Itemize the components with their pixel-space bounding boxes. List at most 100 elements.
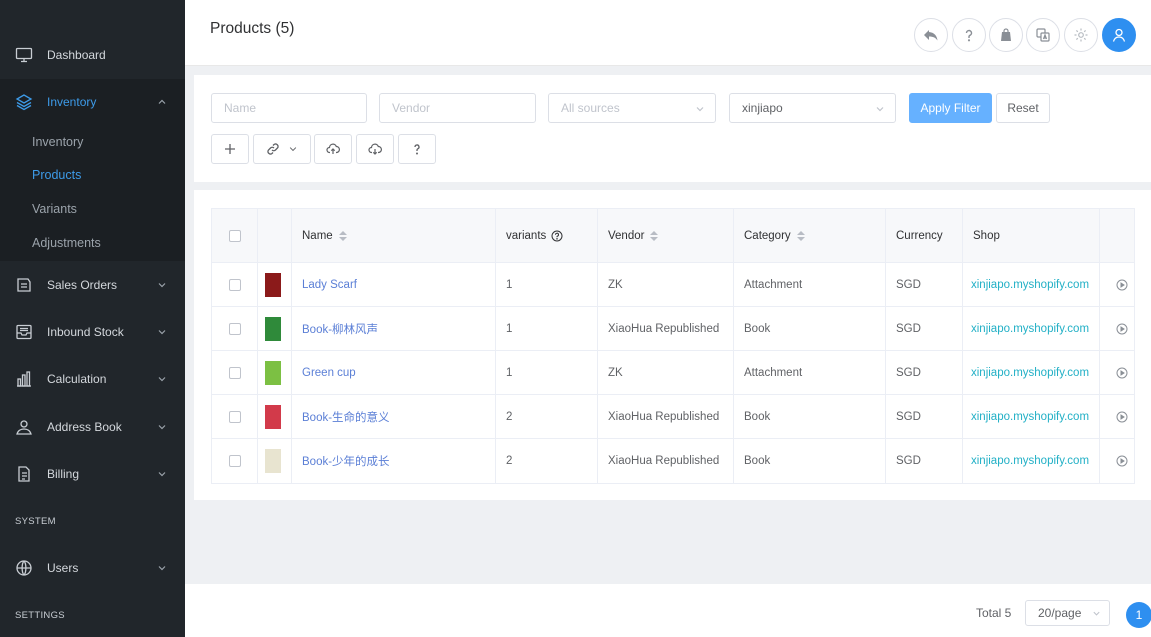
table-row: Lady Scarf 1 ZK Attachment SGD xinjiapo.mysho… bbox=[212, 263, 1134, 307]
product-name-link[interactable]: Book-生命的意义 bbox=[292, 395, 496, 438]
row-checkbox-cell bbox=[212, 439, 258, 483]
shop-link[interactable]: xinjiapo.myshopify.com bbox=[963, 351, 1100, 394]
product-name-link[interactable]: Book-少年的成长 bbox=[292, 439, 496, 483]
help-button[interactable] bbox=[952, 18, 986, 52]
product-name-link[interactable]: Lady Scarf bbox=[292, 263, 496, 306]
reset-button[interactable]: Reset bbox=[996, 93, 1050, 123]
question-circle-icon[interactable] bbox=[551, 230, 563, 242]
page-size-select[interactable]: 20/page bbox=[1025, 600, 1110, 626]
sub-item-inventory[interactable]: Inventory bbox=[0, 125, 185, 159]
user-avatar-button[interactable] bbox=[1102, 18, 1136, 52]
source-select[interactable]: All sources bbox=[548, 93, 716, 123]
play-circle-icon[interactable] bbox=[1116, 279, 1128, 291]
chevron-down-icon bbox=[158, 566, 166, 571]
nav-users[interactable]: Users bbox=[0, 545, 185, 591]
variants-cell: 1 bbox=[496, 307, 598, 350]
column-header-category[interactable]: Category bbox=[734, 209, 886, 262]
link-dropdown-button[interactable] bbox=[253, 134, 311, 164]
sub-item-products[interactable]: Products bbox=[0, 158, 185, 192]
row-checkbox[interactable] bbox=[229, 410, 241, 423]
product-thumbnail[interactable] bbox=[265, 360, 281, 385]
product-thumbnail[interactable] bbox=[265, 449, 281, 473]
cloud-upload-icon bbox=[326, 143, 340, 154]
nav-dashboard[interactable]: Dashboard bbox=[0, 32, 185, 78]
currency-cell: SGD bbox=[886, 351, 963, 394]
play-circle-icon[interactable] bbox=[1116, 411, 1128, 423]
vendor-cell: ZK bbox=[598, 351, 734, 394]
upload-button[interactable] bbox=[314, 134, 352, 164]
nav-calculation[interactable]: Calculation bbox=[0, 356, 185, 402]
column-header-variants: variants bbox=[496, 209, 598, 262]
add-button[interactable] bbox=[211, 134, 249, 164]
monitor-icon bbox=[15, 47, 33, 63]
nav-inbound-stock[interactable]: Inbound Stock bbox=[0, 309, 185, 355]
product-name-link[interactable]: Book-柳林风声 bbox=[292, 307, 496, 350]
page-number-button[interactable]: 1 bbox=[1126, 602, 1151, 628]
row-checkbox[interactable] bbox=[229, 366, 241, 379]
column-header-label: variants bbox=[506, 229, 547, 242]
download-button[interactable] bbox=[356, 134, 394, 164]
column-header-shop: Shop bbox=[963, 209, 1100, 262]
nav-address-book[interactable]: Address Book bbox=[0, 404, 185, 450]
table-row: Green cup 1 ZK Attachment SGD xinjiapo.myshop… bbox=[212, 351, 1134, 395]
sub-item-adjustments[interactable]: Adjustments bbox=[0, 226, 185, 260]
product-thumbnail[interactable] bbox=[265, 272, 281, 297]
shop-link[interactable]: xinjiapo.myshopify.com bbox=[963, 307, 1100, 350]
help-tool-button[interactable] bbox=[398, 134, 436, 164]
nav-inventory[interactable]: Inventory bbox=[0, 79, 185, 125]
page-header: Products (5) bbox=[185, 0, 1151, 66]
row-checkbox[interactable] bbox=[229, 278, 241, 291]
sort-icon[interactable] bbox=[338, 230, 347, 241]
select-all-checkbox[interactable] bbox=[229, 229, 241, 242]
row-checkbox[interactable] bbox=[229, 322, 241, 335]
product-thumbnail[interactable] bbox=[265, 316, 281, 341]
table-header-row: Name variants Vendor Category Currency S… bbox=[212, 209, 1134, 263]
name-filter-input[interactable] bbox=[211, 93, 367, 123]
table-panel: Name variants Vendor Category Currency S… bbox=[194, 190, 1151, 500]
reply-icon bbox=[924, 30, 938, 41]
currency-cell: SGD bbox=[886, 263, 963, 306]
shop-select-value: xinjiapo bbox=[742, 101, 783, 115]
nav-users-label: Users bbox=[47, 561, 79, 575]
link-icon bbox=[267, 143, 279, 155]
back-button[interactable] bbox=[914, 18, 948, 52]
apply-filter-button[interactable]: Apply Filter bbox=[909, 93, 992, 123]
thumb-cell bbox=[258, 395, 292, 438]
play-circle-icon[interactable] bbox=[1116, 367, 1128, 379]
column-header-name[interactable]: Name bbox=[292, 209, 496, 262]
settings-button[interactable] bbox=[1064, 18, 1098, 52]
product-thumbnail[interactable] bbox=[265, 404, 281, 429]
nav-billing[interactable]: Billing bbox=[0, 451, 185, 497]
thumb-header-cell bbox=[258, 209, 292, 262]
row-checkbox[interactable] bbox=[229, 455, 241, 467]
play-circle-icon[interactable] bbox=[1116, 455, 1128, 467]
vendor-filter-input[interactable] bbox=[379, 93, 536, 123]
bar-chart-icon bbox=[17, 371, 31, 387]
table-row: Book-生命的意义 2 XiaoHua Republished Book SGD xin… bbox=[212, 395, 1134, 439]
nav-sales-orders[interactable]: Sales Orders bbox=[0, 262, 185, 308]
chevron-down-icon bbox=[1093, 611, 1100, 616]
shop-link[interactable]: xinjiapo.myshopify.com bbox=[963, 439, 1100, 483]
shop-link[interactable]: xinjiapo.myshopify.com bbox=[963, 263, 1100, 306]
category-cell: Book bbox=[734, 439, 886, 483]
shopify-button[interactable] bbox=[989, 18, 1023, 52]
shop-select[interactable]: xinjiapo bbox=[729, 93, 896, 123]
products-table: Name variants Vendor Category Currency S… bbox=[211, 208, 1135, 484]
actions-header-cell bbox=[1100, 209, 1136, 262]
select-all-cell bbox=[212, 209, 258, 262]
variants-cell: 2 bbox=[496, 439, 598, 483]
translate-button[interactable] bbox=[1026, 18, 1060, 52]
column-header-label: Currency bbox=[896, 229, 943, 242]
sort-icon[interactable] bbox=[796, 230, 805, 241]
source-select-value: All sources bbox=[561, 101, 620, 115]
play-circle-icon[interactable] bbox=[1116, 323, 1128, 335]
variants-cell: 2 bbox=[496, 395, 598, 438]
sub-item-variants[interactable]: Variants bbox=[0, 192, 185, 226]
column-header-vendor[interactable]: Vendor bbox=[598, 209, 734, 262]
category-cell: Book bbox=[734, 307, 886, 350]
shop-link[interactable]: xinjiapo.myshopify.com bbox=[963, 395, 1100, 438]
nav-calculation-label: Calculation bbox=[47, 372, 107, 386]
sort-icon[interactable] bbox=[650, 230, 659, 241]
product-name-link[interactable]: Green cup bbox=[292, 351, 496, 394]
page-size-value: 20/page bbox=[1038, 606, 1082, 620]
